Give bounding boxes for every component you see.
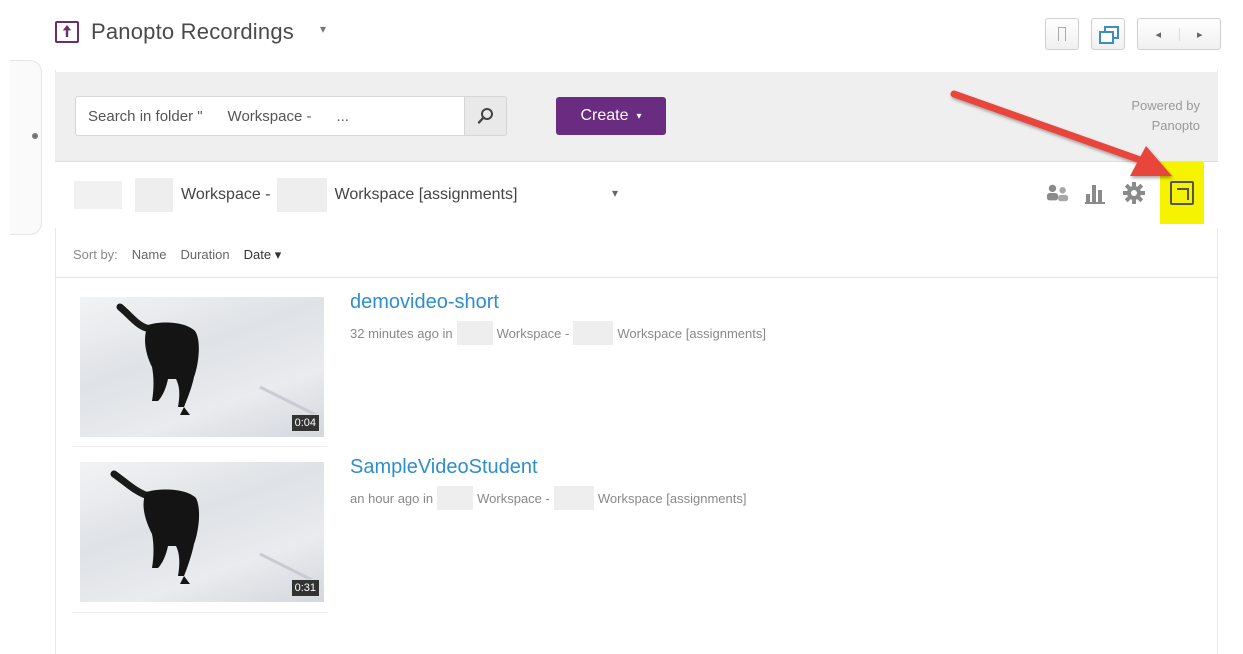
create-button[interactable]: Create ▾ — [556, 97, 666, 135]
annotation-arrow — [950, 90, 1172, 176]
folder-icon-placeholder — [74, 181, 122, 209]
search-box — [75, 96, 507, 136]
widget-title: Panopto Recordings — [91, 19, 294, 44]
divider — [72, 612, 328, 613]
folder-dropdown-caret[interactable]: ▾ — [612, 186, 618, 200]
meta-folder-part2[interactable]: Workspace [assignments] — [617, 326, 766, 341]
divider — [72, 446, 328, 447]
create-label: Create — [580, 107, 629, 124]
redacted-text — [573, 321, 614, 345]
sort-label: Sort by: — [73, 247, 118, 262]
redacted-text — [135, 178, 173, 212]
session-thumbnail[interactable]: 0:04 — [80, 297, 324, 437]
redacted-text — [437, 486, 474, 510]
folder-name-part2: Workspace [assignments] — [334, 186, 518, 203]
bookmark-icon — [1058, 27, 1066, 41]
session-item: 0:04 demovideo-short 32 minutes ago in W… — [80, 291, 880, 437]
pager-buttons: ◂ ▸ — [1137, 18, 1221, 50]
session-meta: 32 minutes ago in Workspace - Workspace … — [350, 321, 766, 345]
panopto-upload-icon — [55, 21, 79, 43]
duration-badge: 0:31 — [290, 579, 320, 597]
restore-window-icon — [1099, 26, 1119, 44]
redacted-text — [553, 486, 594, 510]
meta-folder-part1[interactable]: Workspace - — [477, 491, 550, 506]
search-input[interactable] — [75, 96, 465, 136]
prev-button[interactable]: ◂ — [1138, 27, 1180, 41]
widget-menu-caret[interactable]: ▾ — [320, 22, 326, 36]
folder-name-part1: Workspace - — [181, 186, 271, 203]
dog-in-snow-image — [110, 470, 321, 586]
dog-in-snow-image — [116, 303, 321, 419]
widget-header: Panopto Recordings ▾ — [55, 12, 326, 52]
session-meta: an hour ago in Workspace - Workspace [as… — [350, 486, 746, 510]
search-icon — [477, 108, 493, 124]
session-thumbnail[interactable]: 0:31 — [80, 462, 324, 602]
duration-badge: 0:04 — [290, 414, 320, 432]
meta-prefix: 32 minutes ago in — [350, 325, 453, 341]
meta-prefix: an hour ago in — [350, 490, 434, 506]
create-caret-icon: ▾ — [636, 110, 642, 122]
meta-folder-part1[interactable]: Workspace - — [497, 326, 570, 341]
session-item: 0:31 SampleVideoStudent an hour ago in W… — [80, 456, 880, 602]
sort-by-date[interactable]: Date ▾ — [244, 247, 282, 263]
restore-window-button[interactable] — [1091, 18, 1125, 50]
sort-by-name[interactable]: Name — [132, 247, 167, 262]
header-buttons: ◂ ▸ — [1045, 18, 1221, 50]
meta-folder-part2[interactable]: Workspace [assignments] — [598, 491, 747, 506]
collapsed-sidebar-handle[interactable] — [10, 60, 42, 235]
redacted-text — [276, 178, 327, 212]
session-title[interactable]: SampleVideoStudent — [350, 456, 538, 479]
search-button[interactable] — [465, 96, 507, 136]
next-button[interactable]: ▸ — [1180, 28, 1221, 41]
redacted-text — [456, 321, 493, 345]
session-title[interactable]: demovideo-short — [350, 291, 499, 314]
bookmark-button[interactable] — [1045, 18, 1079, 50]
sort-by-duration[interactable]: Duration — [180, 247, 229, 262]
rail-dot — [32, 133, 38, 139]
sort-bar: Sort by: Name Duration Date ▾ — [55, 232, 1218, 278]
folder-selector[interactable]: Workspace - Workspace [assignments] — [135, 176, 517, 214]
